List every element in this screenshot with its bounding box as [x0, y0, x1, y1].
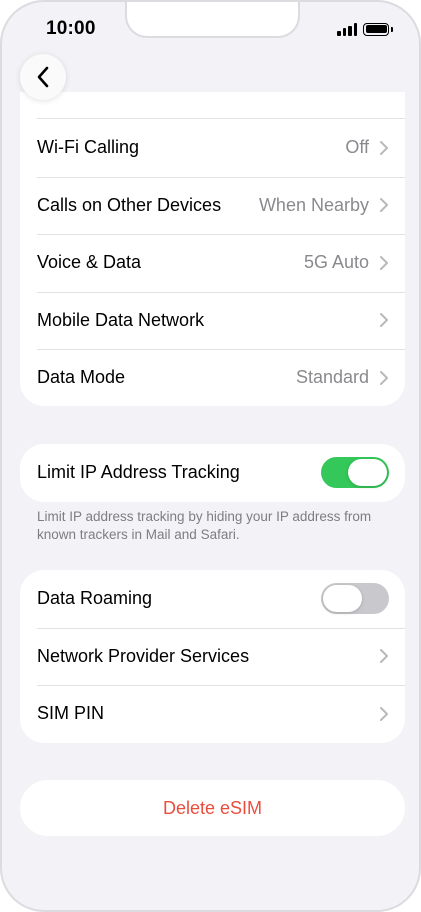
row-value: Off — [345, 137, 369, 158]
limit-ip-group: Limit IP Address Tracking — [20, 444, 405, 502]
row-label: Network Provider Services — [37, 645, 250, 666]
toggle-knob — [323, 585, 362, 613]
row-sim-pin[interactable]: SIM PIN — [20, 685, 405, 743]
limit-ip-footnote: Limit IP address tracking by hiding your… — [37, 509, 372, 542]
row-data-mode[interactable]: Data Mode Standard — [20, 349, 405, 406]
signal-icon — [337, 22, 357, 36]
row-limit-ip-tracking: Limit IP Address Tracking — [20, 444, 405, 502]
row-value: 5G Auto — [303, 252, 369, 273]
row-label: Data Mode — [37, 367, 126, 388]
toggle-knob — [348, 459, 387, 487]
chevron-right-icon — [380, 649, 388, 664]
chevron-right-icon — [380, 370, 388, 385]
battery-icon — [363, 22, 393, 36]
cellular-settings-group: Wi-Fi Calling Off Calls on Other Devices… — [20, 92, 405, 406]
row-value: Standard — [295, 367, 369, 388]
scrolled-row-remnant — [20, 92, 405, 119]
notch — [125, 2, 300, 38]
chevron-right-icon — [380, 706, 388, 721]
row-voice-and-data[interactable]: Voice & Data 5G Auto — [20, 234, 405, 292]
row-mobile-data-network[interactable]: Mobile Data Network — [20, 291, 405, 350]
chevron-right-icon — [380, 313, 388, 328]
row-calls-on-other-devices[interactable]: Calls on Other Devices When Nearby — [20, 176, 405, 235]
delete-esim-button[interactable]: Delete eSIM — [20, 780, 405, 836]
phone-screen: 10:00 Wi-Fi Calling Off Calls on Other D… — [0, 0, 421, 912]
limit-ip-toggle[interactable] — [321, 457, 389, 489]
status-time: 10:00 — [46, 18, 96, 39]
roaming-group: Data Roaming Network Provider Services S… — [20, 570, 405, 743]
chevron-right-icon — [380, 255, 388, 270]
data-roaming-toggle[interactable] — [321, 583, 389, 615]
row-label: Limit IP Address Tracking — [37, 462, 240, 483]
back-button[interactable] — [20, 54, 66, 100]
chevron-right-icon — [380, 198, 388, 213]
row-label: Data Roaming — [37, 588, 153, 609]
status-icons — [337, 21, 393, 37]
row-wifi-calling[interactable]: Wi-Fi Calling Off — [20, 119, 405, 177]
chevron-left-icon — [37, 66, 49, 88]
row-network-provider-services[interactable]: Network Provider Services — [20, 627, 405, 686]
row-label: Calls on Other Devices — [37, 194, 222, 215]
row-value: When Nearby — [258, 194, 369, 215]
chevron-right-icon — [380, 140, 388, 155]
row-label: Wi-Fi Calling — [37, 137, 140, 158]
row-label: SIM PIN — [37, 703, 105, 724]
row-data-roaming: Data Roaming — [20, 570, 405, 628]
row-label: Mobile Data Network — [37, 309, 205, 330]
row-label: Voice & Data — [37, 252, 142, 273]
